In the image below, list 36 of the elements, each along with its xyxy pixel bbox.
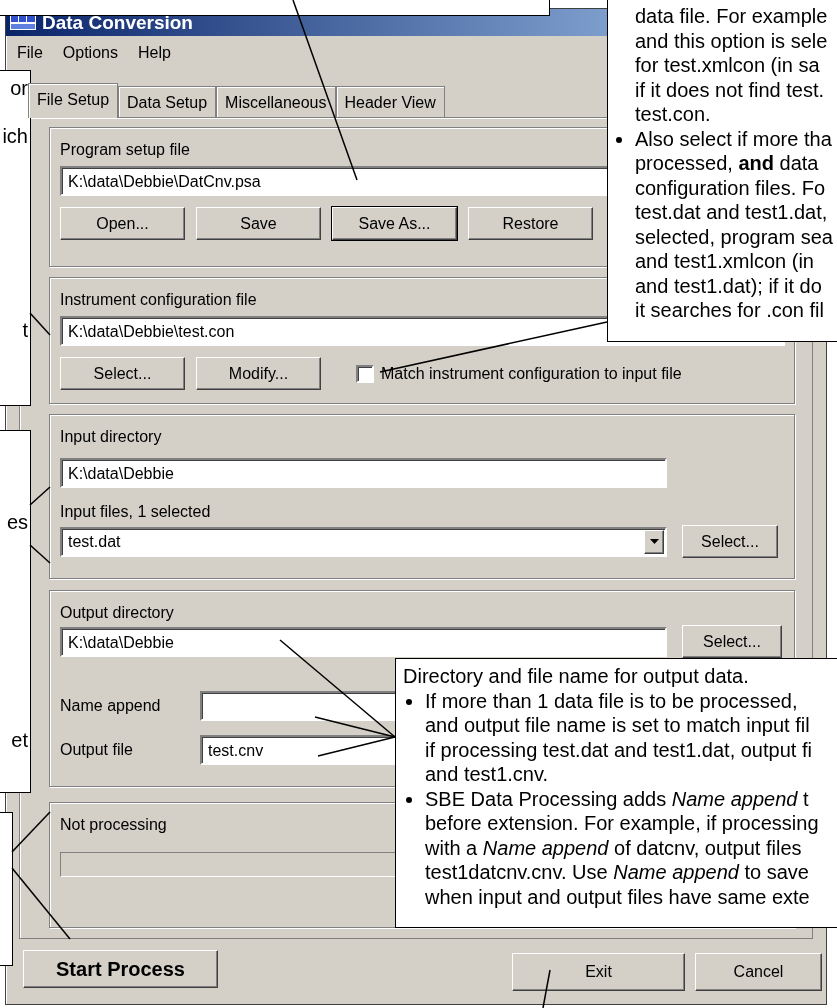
callout-text: data file. For example	[635, 4, 828, 29]
field-label: Input files, 1 selected	[60, 502, 211, 522]
callout-text: Directory and file name for output data.	[403, 664, 749, 689]
callout-text: selected, program sea	[635, 224, 833, 249]
callout-text: before extension. For example, if processing	[425, 811, 819, 836]
window-title: Data Conversion	[42, 13, 193, 32]
field-label: Input directory	[60, 427, 162, 447]
field-label: Output file	[60, 740, 134, 760]
callout-text: if it does not find test.	[635, 77, 824, 102]
callout-text: Also select if more tha	[635, 126, 832, 151]
field-label: Name append	[60, 696, 162, 716]
callout-text: with a Name append of datcnv, output files	[425, 835, 802, 860]
dropdown-value: test.dat	[68, 531, 121, 552]
callout-text: for test.xmlcon (in sa	[635, 53, 820, 78]
callout-text: and test1.cnv.	[425, 762, 549, 787]
field-label: Instrument configuration file	[60, 290, 257, 310]
callout-text: and output file name is set to match input fil	[425, 713, 810, 738]
callout-text: and this option is sele	[635, 28, 828, 53]
callout-text: if processing test.dat and test1.dat, output fi	[425, 737, 812, 762]
callout-text: and test1.dat); if it do	[635, 273, 822, 298]
callout-text: test.con.	[635, 102, 711, 127]
callout-text: when input and output files have same exte	[425, 884, 810, 909]
callout-text: es	[6, 511, 28, 533]
callout-text: test.dat and test1.dat,	[635, 200, 828, 225]
field-label: Program setup file	[60, 140, 190, 160]
callout-text: et	[11, 729, 28, 751]
callout-text: and test1.xmlcon (in	[635, 249, 814, 274]
checkbox-label: Match instrument configuration to input file	[381, 363, 682, 384]
field-label: Output directory	[60, 603, 174, 623]
callout-text: ich	[2, 125, 28, 147]
callout-text: t	[22, 319, 28, 341]
callout-text: or	[10, 77, 28, 99]
status-text: Not processing	[60, 815, 167, 835]
callout-text: test1datcnv.cnv. Use Name append to save	[425, 860, 809, 885]
callout-text: SBE Data Processing adds Name append t	[425, 786, 809, 811]
callout-text: If more than 1 data file is to be processed,	[425, 688, 798, 713]
